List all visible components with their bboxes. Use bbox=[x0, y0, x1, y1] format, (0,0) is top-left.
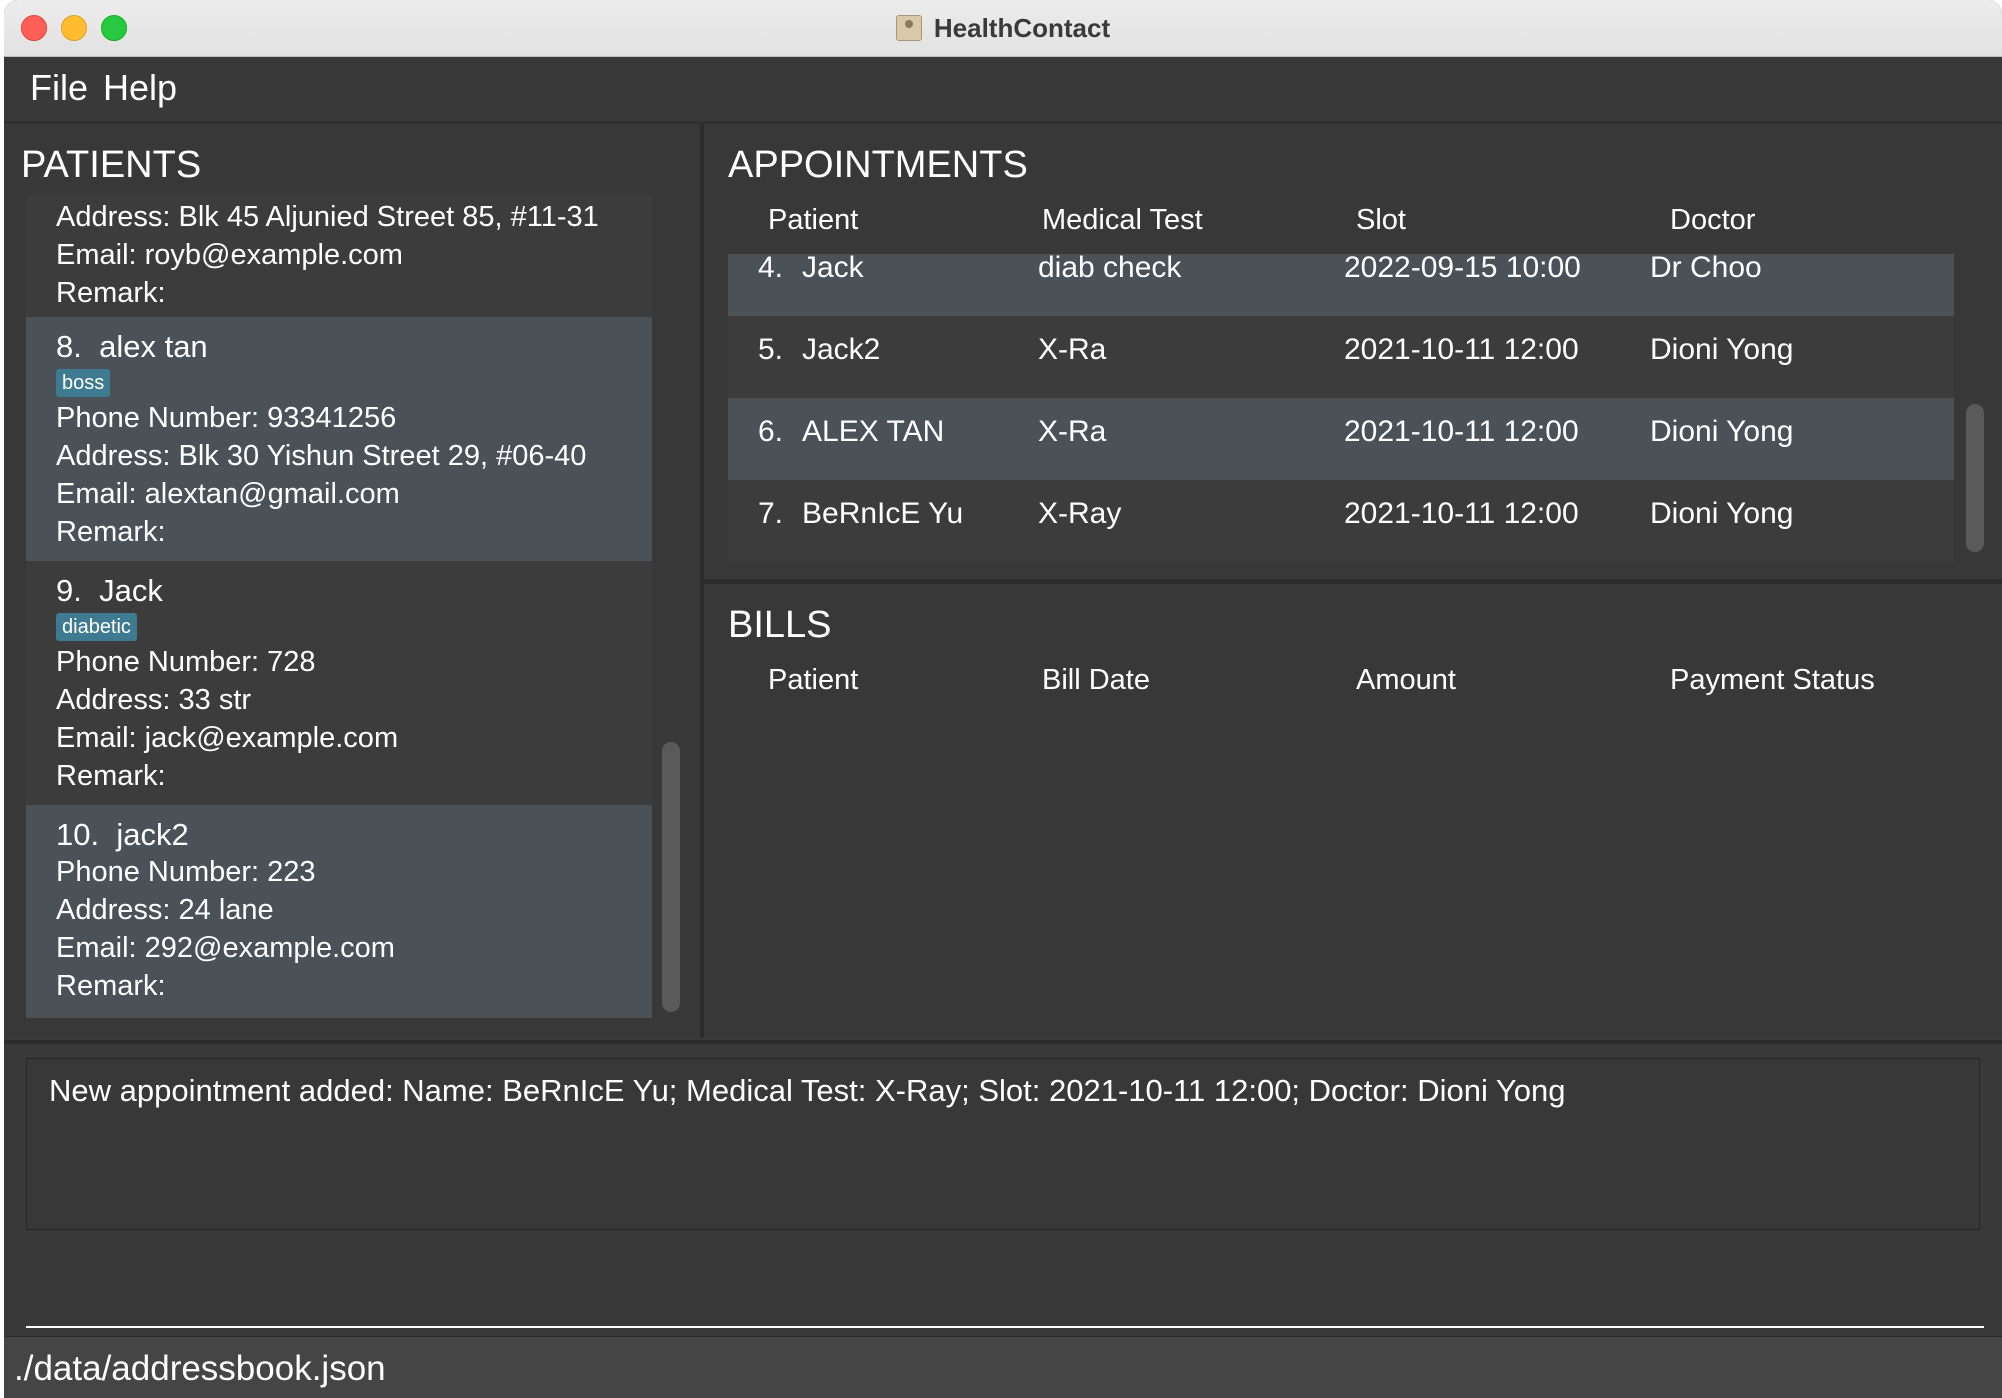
menu-help[interactable]: Help bbox=[103, 67, 177, 109]
patient-email: Email: alextan@gmail.com bbox=[56, 478, 400, 510]
appt-test: X-Ra bbox=[1038, 333, 1107, 366]
appt-doctor: Dr Choo bbox=[1650, 254, 1762, 284]
appt-patient: BeRnIcE Yu bbox=[802, 497, 964, 530]
appt-index: 6. bbox=[758, 415, 784, 448]
patient-email: Email: jack@example.com bbox=[56, 722, 399, 754]
patient-email: Email: 292@example.com bbox=[56, 932, 395, 964]
patient-remark: Remark: bbox=[56, 760, 166, 792]
patient-tag: boss bbox=[56, 369, 111, 397]
patients-panel: PATIENTS Address: Blk 45 Aljunied Street… bbox=[4, 124, 704, 1038]
appt-patient: Jack2 bbox=[802, 333, 881, 366]
window-title: HealthContact bbox=[933, 12, 1111, 43]
title-bar: HealthContact bbox=[4, 0, 2002, 57]
patient-remark: Remark: bbox=[56, 277, 166, 309]
result-area: New appointment added: Name: BeRnIcE Yu;… bbox=[4, 1040, 2002, 1248]
patient-index: 9. bbox=[56, 573, 82, 608]
patient-list-scrollbar[interactable] bbox=[662, 742, 680, 1012]
command-area bbox=[4, 1244, 2002, 1334]
app-window: HealthContact File Help PATIENTS Address… bbox=[4, 0, 2002, 1398]
patient-index: 10. bbox=[56, 817, 100, 852]
appointment-list-scrollbar[interactable] bbox=[1966, 404, 1984, 552]
appointment-row[interactable]: 6. ALEX TAN X-Ra 2021-10-11 12:00 Dioni … bbox=[728, 398, 1954, 480]
appt-slot: 2021-10-11 12:00 bbox=[1344, 415, 1579, 448]
patient-phone: Phone Number: 93341256 bbox=[56, 402, 397, 434]
appt-slot: 2022-09-15 10:00 bbox=[1344, 254, 1581, 284]
appointments-title: APPOINTMENTS bbox=[728, 144, 1028, 186]
bill-header-patient: Patient bbox=[768, 664, 859, 696]
patient-index: 8. bbox=[56, 329, 82, 364]
patient-address: Address: Blk 30 Yishun Street 29, #06-40 bbox=[56, 440, 587, 472]
patient-address: Address: Blk 45 Aljunied Street 85, #11-… bbox=[56, 201, 599, 233]
appointment-row[interactable]: 5. Jack2 X-Ra 2021-10-11 12:00 Dioni Yon… bbox=[728, 316, 1954, 398]
appt-slot: 2021-10-11 12:00 bbox=[1344, 333, 1579, 366]
appointments-panel: APPOINTMENTS Patient Medical Test Slot D… bbox=[704, 124, 2002, 584]
patient-name: alex tan bbox=[99, 329, 208, 364]
patient-email: Email: royb@example.com bbox=[56, 239, 403, 271]
patient-card[interactable]: 9. Jack diabetic Phone Number: 728 Addre… bbox=[26, 561, 652, 805]
appt-doctor: Dioni Yong bbox=[1650, 333, 1794, 366]
appt-patient: ALEX TAN bbox=[802, 415, 945, 448]
bill-header-date: Bill Date bbox=[1042, 664, 1150, 696]
patient-card[interactable]: 10. jack2 Phone Number: 223 Address: 24 … bbox=[26, 805, 652, 1018]
appt-header-test: Medical Test bbox=[1042, 204, 1203, 236]
appt-index: 5. bbox=[758, 333, 784, 366]
patient-phone: Phone Number: 223 bbox=[56, 856, 316, 888]
patient-address: Address: 33 str bbox=[56, 684, 252, 716]
patient-name: jack2 bbox=[116, 817, 189, 852]
patient-remark: Remark: bbox=[56, 970, 166, 1002]
appointment-list[interactable]: 4. Jack diab check 2022-09-15 10:00 Dr C… bbox=[728, 254, 1954, 567]
bills-title: BILLS bbox=[728, 604, 832, 646]
title-group: HealthContact bbox=[4, 0, 2002, 56]
appt-patient: Jack bbox=[802, 254, 864, 284]
appt-test: X-Ray bbox=[1038, 497, 1122, 530]
appt-index: 7. bbox=[758, 497, 784, 530]
bill-header-amount: Amount bbox=[1356, 664, 1456, 696]
appointment-row[interactable]: 7. BeRnIcE Yu X-Ray 2021-10-11 12:00 Dio… bbox=[728, 480, 1954, 562]
patient-name-line: 8. alex tan bbox=[56, 329, 652, 365]
patients-title: PATIENTS bbox=[21, 144, 202, 186]
appt-header-doctor: Doctor bbox=[1670, 204, 1756, 236]
appt-index: 4. bbox=[758, 254, 784, 284]
patient-name-line: 10. jack2 bbox=[56, 817, 652, 853]
patient-tag: diabetic bbox=[56, 613, 137, 641]
save-file-path: ./data/addressbook.json bbox=[14, 1349, 386, 1388]
appt-doctor: Dioni Yong bbox=[1650, 497, 1794, 530]
patient-card-partial[interactable]: Address: Blk 45 Aljunied Street 85, #11-… bbox=[26, 194, 652, 317]
command-input[interactable] bbox=[26, 1264, 1984, 1328]
appt-header-patient: Patient bbox=[768, 204, 859, 236]
patient-card[interactable]: 8. alex tan boss Phone Number: 93341256 … bbox=[26, 317, 652, 561]
appointment-row[interactable]: 4. Jack diab check 2022-09-15 10:00 Dr C… bbox=[728, 254, 1954, 316]
patient-remark: Remark: bbox=[56, 516, 166, 548]
appt-test: diab check bbox=[1038, 254, 1182, 284]
appt-test: X-Ra bbox=[1038, 415, 1107, 448]
appt-slot: 2021-10-11 12:00 bbox=[1344, 497, 1579, 530]
menu-file[interactable]: File bbox=[30, 67, 88, 109]
patient-name: Jack bbox=[99, 573, 163, 608]
appt-doctor: Dioni Yong bbox=[1650, 415, 1794, 448]
appt-header-slot: Slot bbox=[1356, 204, 1406, 236]
result-display[interactable]: New appointment added: Name: BeRnIcE Yu;… bbox=[26, 1058, 1980, 1230]
menu-bar: File Help bbox=[4, 57, 2002, 124]
bill-header-status: Payment Status bbox=[1670, 664, 1875, 696]
patient-list[interactable]: Address: Blk 45 Aljunied Street 85, #11-… bbox=[26, 194, 652, 1018]
contacts-app-icon bbox=[895, 15, 922, 41]
result-message: New appointment added: Name: BeRnIcE Yu;… bbox=[49, 1073, 1566, 1108]
patient-name-line: 9. Jack bbox=[56, 573, 652, 609]
bills-panel: BILLS Patient Bill Date Amount Payment S… bbox=[704, 584, 2002, 1038]
status-bar: ./data/addressbook.json bbox=[4, 1336, 2002, 1398]
patient-address: Address: 24 lane bbox=[56, 894, 274, 926]
patient-phone: Phone Number: 728 bbox=[56, 646, 316, 678]
